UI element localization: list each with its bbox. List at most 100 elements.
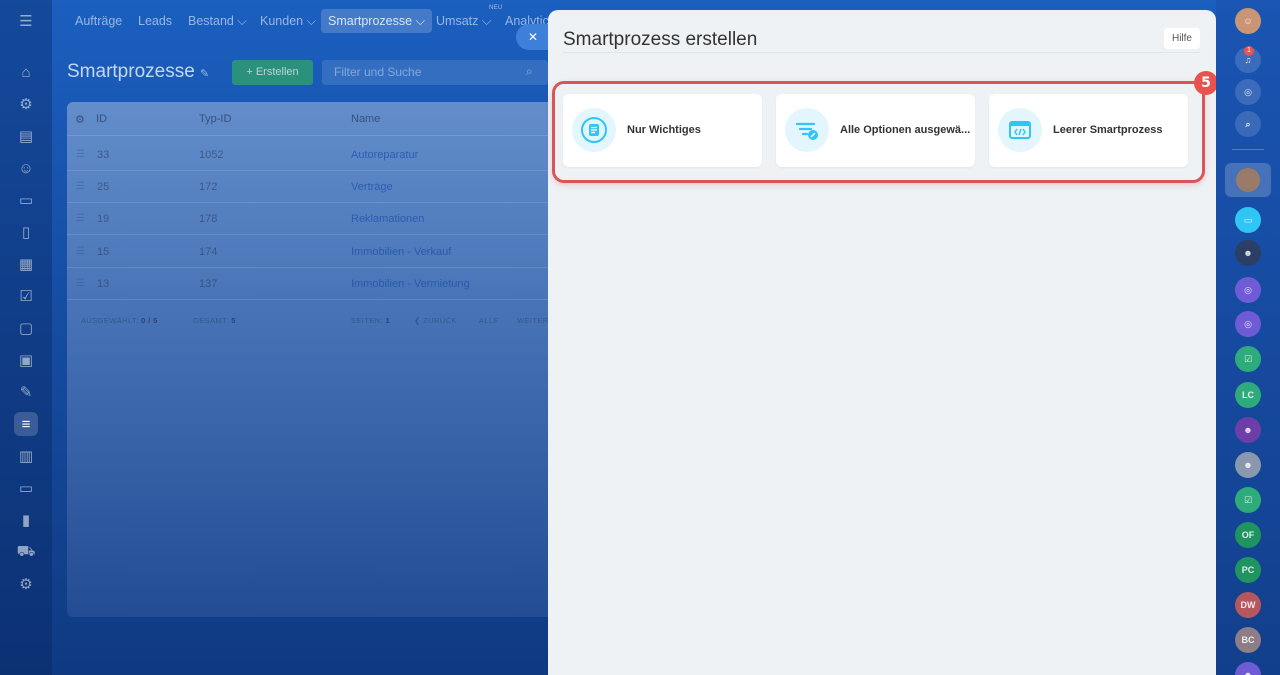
chat-selected[interactable] bbox=[1225, 163, 1271, 197]
table-row[interactable]: ☰ 25 172 Verträge bbox=[67, 171, 548, 203]
option-label: Alle Optionen ausgewä... bbox=[840, 124, 970, 136]
option-card-nur-wichtiges[interactable]: Nur Wichtiges bbox=[563, 94, 762, 167]
row-name-link[interactable]: Immobilien - Vermietung bbox=[351, 278, 470, 290]
calendar-icon[interactable]: ▣ bbox=[14, 348, 38, 372]
column-header-type-id[interactable]: Typ-ID bbox=[199, 113, 231, 125]
user-avatar[interactable]: ☺ bbox=[1235, 8, 1261, 34]
page-title: Smartprozesse bbox=[67, 61, 195, 82]
card-icon[interactable]: ▭ bbox=[14, 476, 38, 500]
option-label: Leerer Smartprozess bbox=[1053, 124, 1163, 136]
drag-handle-icon[interactable]: ☰ bbox=[76, 278, 85, 289]
copilot-chat-icon[interactable]: ◎ bbox=[1235, 277, 1261, 303]
total-count: GESAMT: 5 bbox=[193, 316, 236, 325]
chat-icon[interactable]: ▢ bbox=[14, 316, 38, 340]
row-id: 15 bbox=[97, 246, 110, 258]
row-name-link[interactable]: Verträge bbox=[351, 181, 393, 193]
divider bbox=[563, 52, 1200, 53]
divider bbox=[1232, 149, 1264, 150]
gear-icon[interactable]: ⚙ bbox=[14, 92, 38, 116]
column-header-id[interactable]: ID bbox=[96, 113, 107, 125]
pages-count: SEITEN: 1 bbox=[351, 316, 391, 325]
warehouse-icon[interactable]: ▥ bbox=[14, 444, 38, 468]
chat-avatar[interactable]: ☻ bbox=[1235, 417, 1261, 443]
task-chat-icon[interactable]: ☑ bbox=[1235, 487, 1261, 513]
chat-avatar[interactable]: ☻ bbox=[1235, 662, 1261, 675]
notification-count: 1 bbox=[1244, 46, 1254, 56]
copilot-chat-icon[interactable]: ◎ bbox=[1235, 311, 1261, 337]
chat-avatar-bc[interactable]: BC bbox=[1235, 627, 1261, 653]
chat-bubble-icon[interactable]: ▭ bbox=[1235, 207, 1261, 233]
smart-process-icon[interactable]: ≡ bbox=[14, 412, 38, 436]
table-row[interactable]: ☰ 33 1052 Autoreparatur bbox=[67, 139, 548, 171]
document-list-icon bbox=[572, 108, 616, 152]
smart-process-grid: ⚙ ID Typ-ID Name ☰ 33 1052 Autoreparatur… bbox=[67, 102, 548, 617]
row-id: 25 bbox=[97, 181, 110, 193]
checkbox-icon[interactable]: ☑ bbox=[14, 284, 38, 308]
task-chat-icon[interactable]: ☑ bbox=[1235, 346, 1261, 372]
search-icon[interactable]: ⌕ bbox=[526, 64, 533, 79]
inbox-icon[interactable]: ▭ bbox=[14, 188, 38, 212]
create-smart-process-panel: Smartprozess erstellen Hilfe 5 Nur Wicht… bbox=[548, 10, 1218, 675]
nav-item-kunden[interactable]: Kunden ⌵ bbox=[253, 9, 323, 33]
code-window-icon bbox=[998, 108, 1042, 152]
settings-icon[interactable]: ⚙ bbox=[14, 572, 38, 596]
search-icon[interactable]: ⌕ bbox=[1235, 111, 1261, 137]
chat-avatar[interactable]: ☻ bbox=[1235, 240, 1261, 266]
pen-icon[interactable]: ✎ bbox=[14, 380, 38, 404]
chat-avatar-pc[interactable]: PC bbox=[1235, 557, 1261, 583]
pagination-back[interactable]: ❮ ZURÜCK bbox=[414, 316, 457, 325]
nav-item-umsatz[interactable]: Umsatz ⌵ bbox=[429, 9, 498, 33]
left-sidebar: ☰ ⌂ ⚙ ▤ ☺ ▭ ▯ ▦ ☑ ▢ ▣ ✎ ≡ ▥ ▭ ▮ ⛟ ⚙ bbox=[0, 0, 52, 675]
filter-search-input[interactable]: Filter und Suche bbox=[322, 60, 548, 85]
pin-icon[interactable]: ✎ bbox=[200, 67, 209, 80]
contacts-icon[interactable]: ☺ bbox=[14, 156, 38, 180]
chat-avatar-lc[interactable]: LC bbox=[1235, 382, 1261, 408]
drag-handle-icon[interactable]: ☰ bbox=[76, 149, 85, 160]
help-button[interactable]: Hilfe bbox=[1163, 28, 1200, 49]
table-row[interactable]: ☰ 13 137 Immobilien - Vermietung bbox=[67, 268, 548, 300]
document-icon[interactable]: ▤ bbox=[14, 124, 38, 148]
cart-icon[interactable]: ⛟ bbox=[14, 540, 38, 564]
row-type-id: 174 bbox=[199, 246, 218, 258]
chat-avatar-dw[interactable]: DW bbox=[1235, 592, 1261, 618]
copilot-icon[interactable]: ◎ bbox=[1235, 79, 1261, 105]
home-icon[interactable]: ⌂ bbox=[14, 60, 38, 84]
panel-title: Smartprozess erstellen bbox=[563, 29, 758, 50]
row-type-id: 1052 bbox=[199, 149, 224, 161]
option-card-leerer-smartprozess[interactable]: Leerer Smartprozess bbox=[989, 94, 1188, 167]
row-type-id: 178 bbox=[199, 213, 218, 225]
selected-count: AUSGEWÄHLT: 0 / 5 bbox=[81, 316, 158, 325]
nav-item-auftraege[interactable]: Aufträge bbox=[68, 9, 129, 33]
nav-item-smartprozesse[interactable]: Smartprozesse ⌵ bbox=[321, 9, 433, 33]
row-id: 19 bbox=[97, 213, 110, 225]
row-id: 13 bbox=[97, 278, 110, 290]
menu-icon[interactable]: ☰ bbox=[14, 9, 38, 33]
drag-handle-icon[interactable]: ☰ bbox=[76, 246, 85, 257]
row-type-id: 172 bbox=[199, 181, 218, 193]
presentation-icon[interactable]: ▦ bbox=[14, 252, 38, 276]
row-name-link[interactable]: Reklamationen bbox=[351, 213, 424, 225]
settings-icon[interactable]: ⚙ bbox=[75, 113, 85, 126]
drag-handle-icon[interactable]: ☰ bbox=[76, 213, 85, 224]
column-header-name[interactable]: Name bbox=[351, 113, 380, 125]
pagination-next[interactable]: WEITER bbox=[517, 316, 549, 325]
group-avatar[interactable]: ☻ bbox=[1235, 452, 1261, 478]
table-row[interactable]: ☰ 15 174 Immobilien - Verkauf bbox=[67, 236, 548, 268]
analytics-icon[interactable]: ▮ bbox=[14, 508, 38, 532]
pagination-all[interactable]: ALLE bbox=[479, 316, 499, 325]
file-icon[interactable]: ▯ bbox=[14, 220, 38, 244]
nav-item-leads[interactable]: Leads bbox=[131, 9, 179, 33]
create-button[interactable]: + Erstellen bbox=[232, 60, 313, 85]
right-sidebar: ☺ ♫ 1 ◎ ⌕ ▭ ☻ ◎ ◎ ☑ LC ☻ ☻ ☑ OF PC DW BC… bbox=[1216, 0, 1280, 675]
option-label: Nur Wichtiges bbox=[627, 124, 701, 136]
nav-item-bestand[interactable]: Bestand ⌵ bbox=[181, 9, 254, 33]
close-panel-button[interactable]: ✕ bbox=[516, 24, 550, 50]
row-name-link[interactable]: Autoreparatur bbox=[351, 149, 418, 161]
row-name-link[interactable]: Immobilien - Verkauf bbox=[351, 246, 451, 258]
table-row[interactable]: ☰ 19 178 Reklamationen bbox=[67, 203, 548, 235]
option-card-alle-optionen[interactable]: Alle Optionen ausgewä... bbox=[776, 94, 975, 167]
drag-handle-icon[interactable]: ☰ bbox=[76, 181, 85, 192]
grid-header: ⚙ ID Typ-ID Name bbox=[67, 102, 548, 136]
chat-avatar-of[interactable]: OF bbox=[1235, 522, 1261, 548]
row-id: 33 bbox=[97, 149, 110, 161]
